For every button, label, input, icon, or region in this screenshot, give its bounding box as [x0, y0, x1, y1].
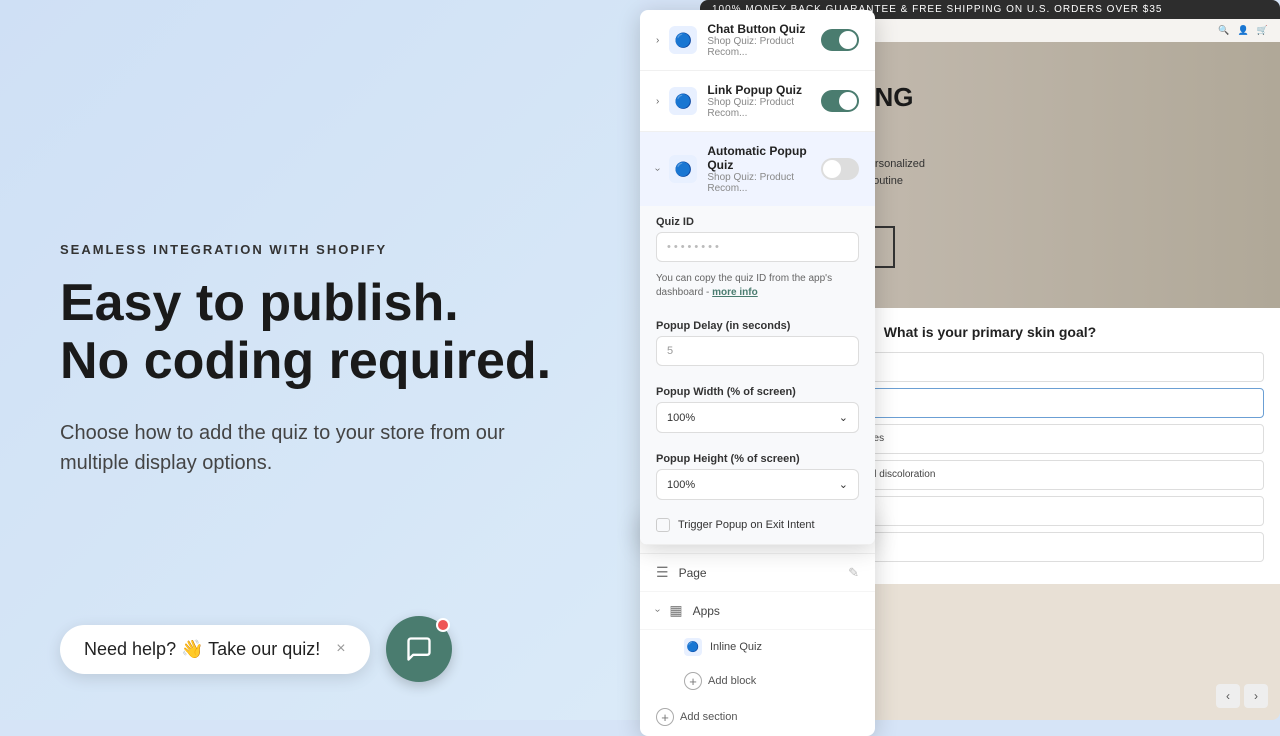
popup-delay-label: Popup Delay (in seconds)	[640, 310, 875, 336]
quiz-item-info-link: Link Popup Quiz Shop Quiz: Product Recom…	[707, 83, 811, 119]
popup-delay-value: 5	[667, 345, 673, 357]
cart-icon[interactable]: 🛒	[1257, 25, 1268, 36]
headline-line2: No coding required.	[60, 333, 580, 390]
toggle-chat[interactable]	[821, 29, 859, 51]
config-panel: › 🔵 Chat Button Quiz Shop Quiz: Product …	[640, 10, 875, 545]
inline-quiz-icon: 🔵	[684, 638, 702, 656]
more-info-link[interactable]: more info	[712, 287, 758, 298]
quiz-item-title-link: Link Popup Quiz	[707, 83, 811, 97]
popup-height-select[interactable]: 100% ⌄	[656, 469, 859, 500]
prev-arrow-button[interactable]: ‹	[1216, 684, 1240, 708]
quiz-id-value: ••••••••	[667, 241, 722, 253]
trigger-label: Trigger Popup on Exit Intent	[678, 519, 815, 531]
toggle-link[interactable]	[821, 90, 859, 112]
template-item-page[interactable]: ☰ Page ✎	[640, 554, 875, 592]
add-section-button[interactable]: + Add section	[640, 698, 875, 736]
notification-dot	[436, 618, 450, 632]
quiz-item-sub-link: Shop Quiz: Product Recom...	[707, 97, 811, 119]
chevron-icon-auto: ›	[652, 167, 663, 170]
chevron-icon-link: ›	[656, 96, 659, 107]
apps-icon: ▦	[669, 602, 682, 619]
quiz-item-info-auto: Automatic Popup Quiz Shop Quiz: Product …	[707, 144, 811, 194]
popup-width-select[interactable]: 100% ⌄	[656, 402, 859, 433]
popup-width-label: Popup Width (% of screen)	[640, 376, 875, 402]
quiz-item-title-auto: Automatic Popup Quiz	[707, 144, 811, 172]
chevron-icon-chat: ›	[656, 35, 659, 46]
edit-icon-page[interactable]: ✎	[848, 565, 859, 581]
chat-popup: Need help? 👋 Take our quiz! ×	[60, 616, 452, 682]
popup-width-value: 100%	[667, 412, 695, 424]
quiz-id-hint: You can copy the quiz ID from the app's …	[640, 272, 875, 310]
quiz-item-info-chat: Chat Button Quiz Shop Quiz: Product Reco…	[707, 22, 811, 58]
page-icon: ☰	[656, 564, 669, 581]
template-panel: Template ☰ Page ✎ › ▦ Apps 🔵 Inline Quiz…	[640, 514, 875, 736]
integration-label: SEAMLESS INTEGRATION WITH SHOPIFY	[60, 242, 580, 257]
chevron-down-icon-2: ⌄	[839, 478, 848, 491]
quiz-icon-chat: 🔵	[669, 26, 697, 54]
template-sub-inline-quiz[interactable]: 🔵 Inline Quiz	[640, 630, 875, 664]
search-icon[interactable]: 🔍	[1218, 25, 1229, 36]
right-area: 100% MONEY BACK GUARANTEE & FREE SHIPPIN…	[640, 0, 1280, 720]
left-panel: SEAMLESS INTEGRATION WITH SHOPIFY Easy t…	[0, 0, 640, 720]
quiz-item-link[interactable]: › 🔵 Link Popup Quiz Shop Quiz: Product R…	[640, 71, 875, 132]
quiz-item-chat[interactable]: › 🔵 Chat Button Quiz Shop Quiz: Product …	[640, 10, 875, 71]
next-arrow-button[interactable]: ›	[1244, 684, 1268, 708]
user-icon[interactable]: 👤	[1238, 25, 1249, 36]
expanded-section: › 🔵 Automatic Popup Quiz Shop Quiz: Prod…	[640, 132, 875, 545]
quiz-item-title-chat: Chat Button Quiz	[707, 22, 811, 36]
toggle-auto[interactable]	[821, 158, 859, 180]
chat-icon	[405, 635, 433, 663]
popup-height-value: 100%	[667, 479, 695, 491]
headline-line1: Easy to publish.	[60, 275, 580, 332]
page-label: Page	[679, 566, 707, 580]
popup-delay-input[interactable]: 5	[656, 336, 859, 366]
main-headline: Easy to publish. No coding required.	[60, 275, 580, 389]
arrow-controls: ‹ ›	[1216, 684, 1268, 708]
quiz-id-label: Quiz ID	[640, 206, 875, 232]
template-item-apps[interactable]: › ▦ Apps	[640, 592, 875, 630]
expanded-header[interactable]: › 🔵 Automatic Popup Quiz Shop Quiz: Prod…	[640, 132, 875, 206]
chat-icon-button[interactable]	[386, 616, 452, 682]
add-block-label: Add block	[708, 675, 756, 687]
quiz-id-input[interactable]: ••••••••	[656, 232, 859, 262]
add-block-button[interactable]: + Add block	[640, 664, 875, 698]
popup-height-label: Popup Height (% of screen)	[640, 443, 875, 469]
quiz-item-sub-auto: Shop Quiz: Product Recom...	[707, 172, 811, 194]
quiz-icon-link: 🔵	[669, 87, 697, 115]
chevron-icon-apps: ›	[652, 609, 663, 612]
trigger-checkbox[interactable]	[656, 518, 670, 532]
quiz-icon-auto: 🔵	[669, 155, 697, 183]
trigger-checkbox-row[interactable]: Trigger Popup on Exit Intent	[640, 510, 875, 544]
add-section-icon: +	[656, 708, 674, 726]
chat-bubble: Need help? 👋 Take our quiz! ×	[60, 625, 370, 674]
apps-label: Apps	[693, 604, 720, 618]
sub-text: Choose how to add the quiz to your store…	[60, 418, 560, 478]
chat-close-button[interactable]: ×	[336, 640, 345, 658]
quiz-item-sub-chat: Shop Quiz: Product Recom...	[707, 36, 811, 58]
inline-quiz-label: Inline Quiz	[710, 641, 762, 653]
chevron-down-icon: ⌄	[839, 411, 848, 424]
chat-bubble-text: Need help? 👋 Take our quiz!	[84, 639, 320, 660]
add-block-icon: +	[684, 672, 702, 690]
add-section-label: Add section	[680, 711, 737, 723]
